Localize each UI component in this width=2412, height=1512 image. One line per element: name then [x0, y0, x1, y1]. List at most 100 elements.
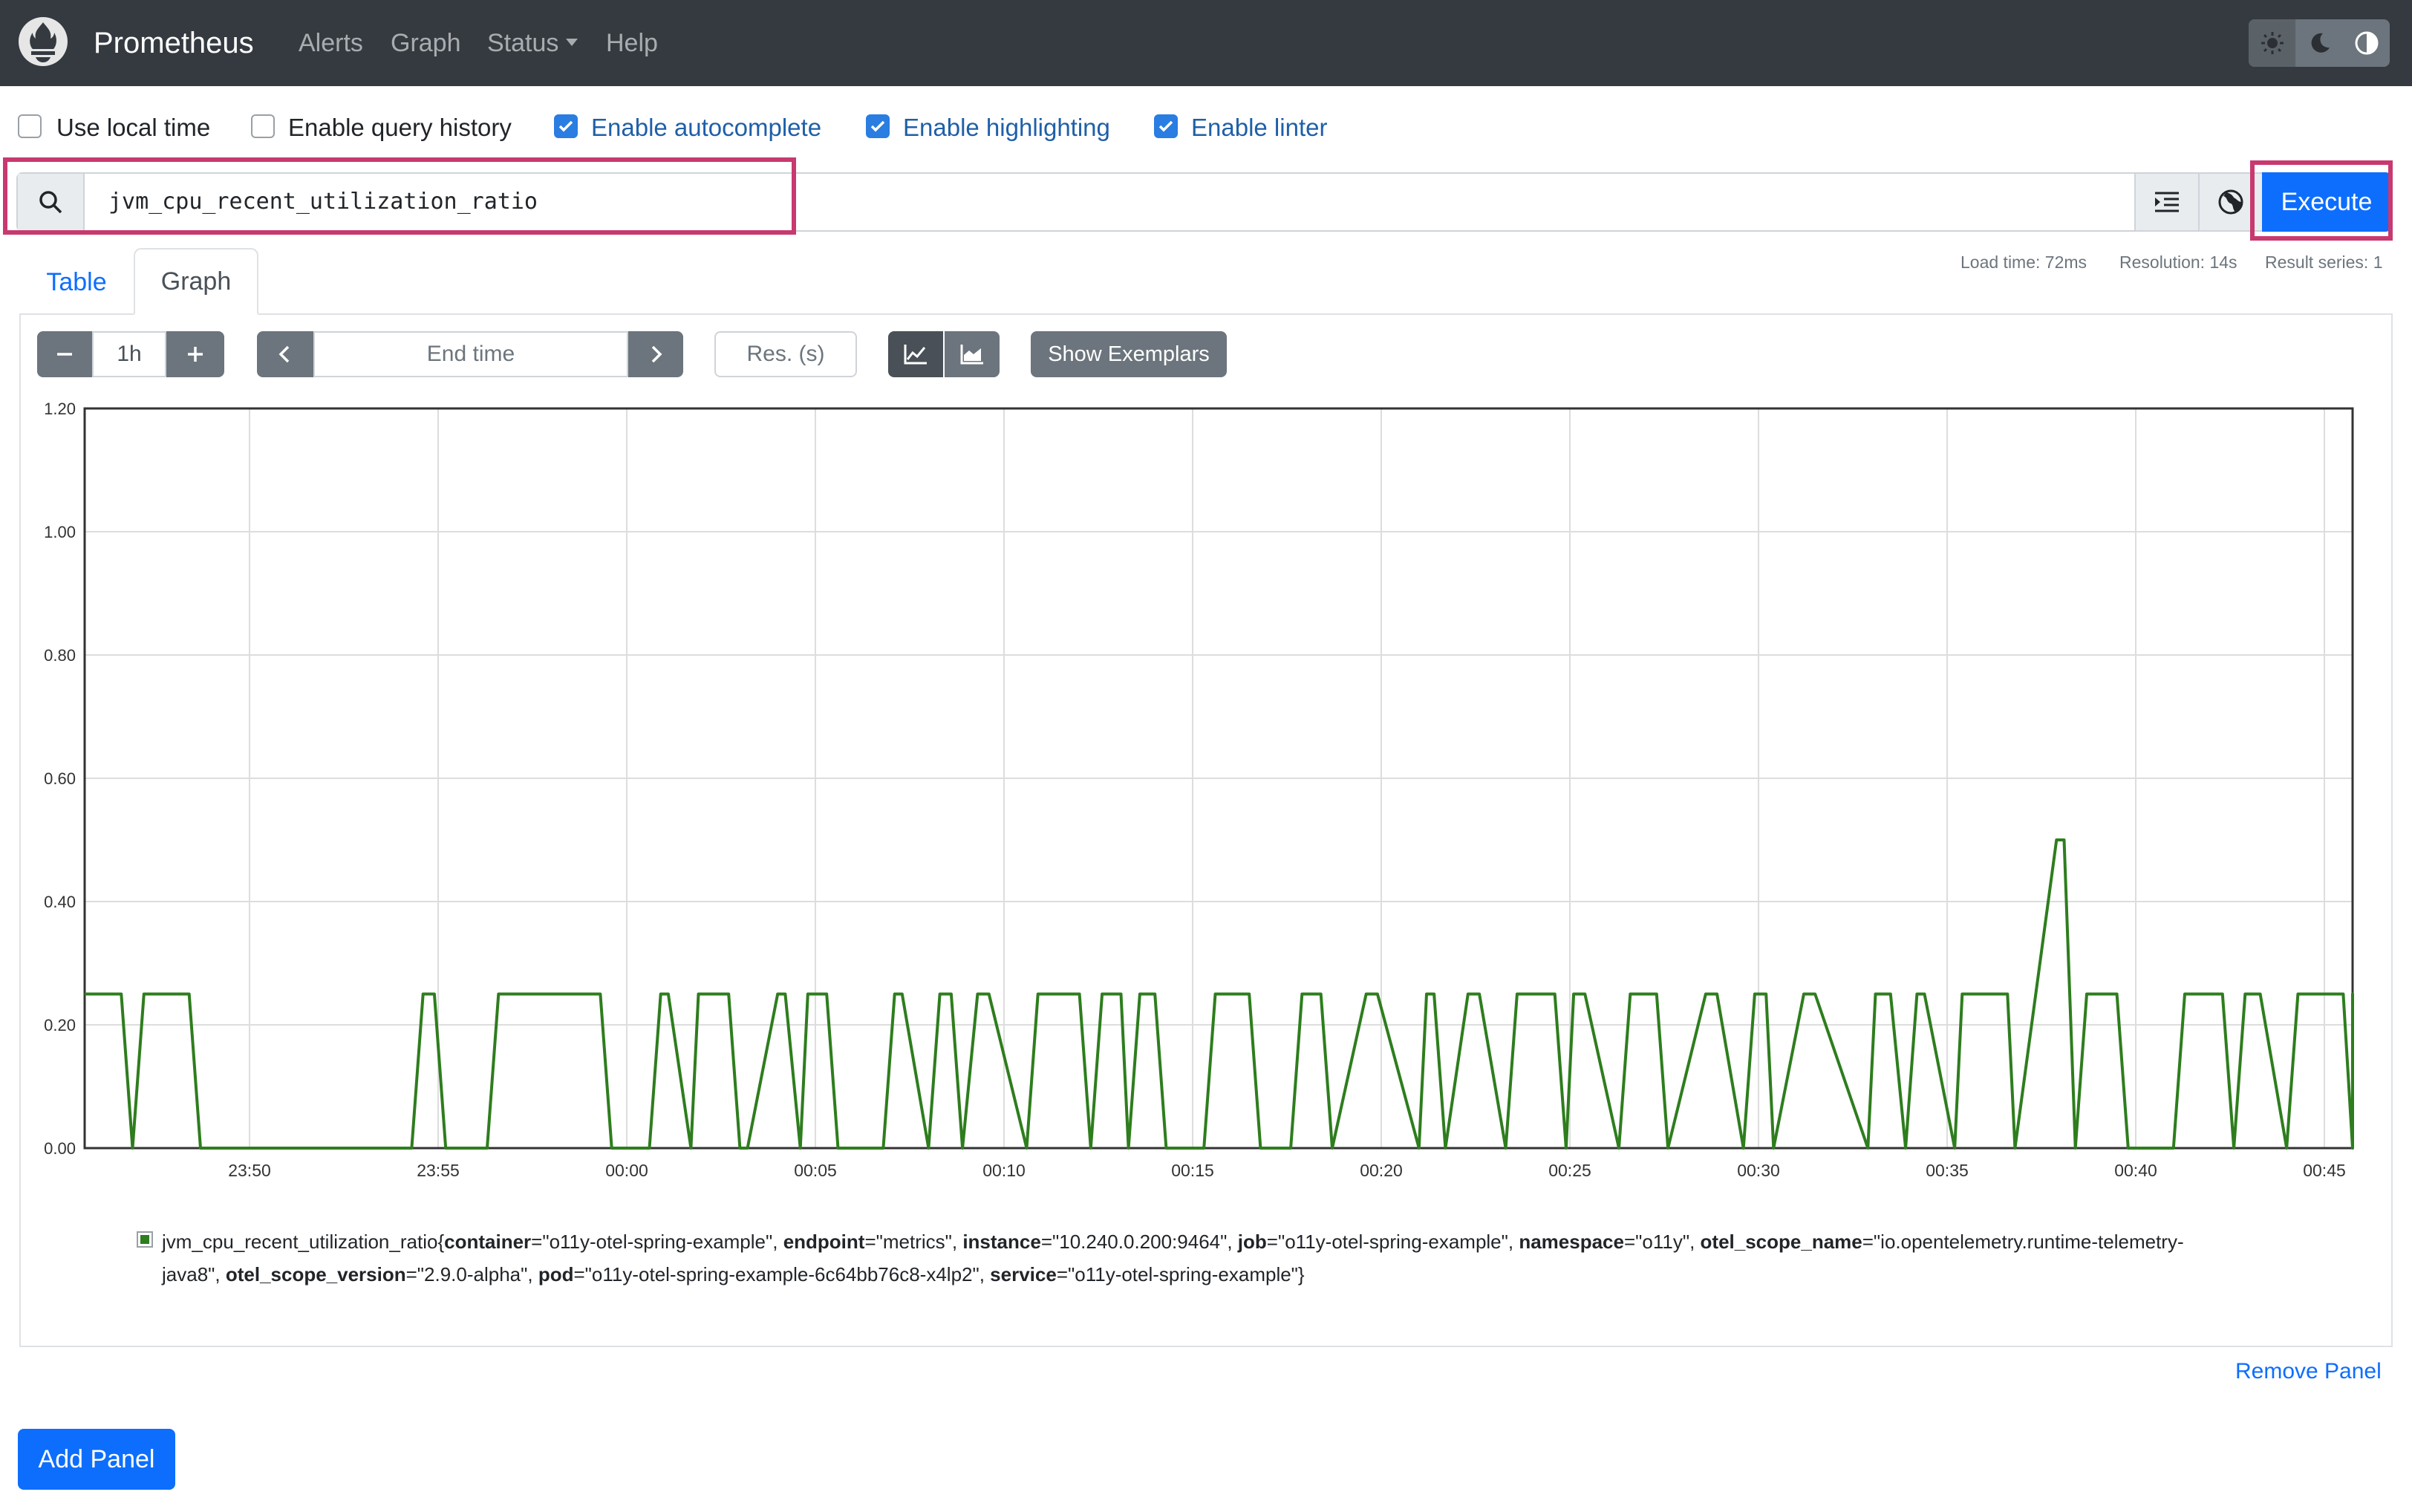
legend-label-endpoint: endpoint="metrics",	[783, 1231, 963, 1253]
x-tick-label: 00:40	[2114, 1161, 2157, 1180]
prometheus-logo-icon[interactable]	[18, 16, 68, 67]
x-tick-label: 00:10	[982, 1161, 1026, 1180]
checkmark-icon	[558, 120, 573, 132]
status-dropdown-caret-icon[interactable]	[566, 39, 578, 46]
legend-label-key: endpoint	[783, 1231, 865, 1253]
legend-label-value: ="o11y-otel-spring-example-6c64bb76c8-x4…	[573, 1263, 991, 1285]
enable-linter-checkbox[interactable]	[1154, 114, 1178, 138]
legend-series-label[interactable]: jvm_cpu_recent_utilization_ratio{contain…	[162, 1225, 2241, 1291]
range-input[interactable]: 1h	[92, 331, 166, 377]
x-tick-label: 00:00	[605, 1161, 648, 1180]
line-chart-icon	[904, 345, 927, 365]
y-tick-label: 0.80	[44, 646, 76, 665]
legend-label-value: ="o11y-otel-spring-example"	[1056, 1263, 1298, 1285]
y-tick-label: 1.00	[44, 523, 76, 541]
nav-alerts[interactable]: Alerts	[299, 25, 363, 61]
chevron-right-icon	[651, 345, 662, 363]
legend-label-value: ="2.9.0-alpha",	[405, 1263, 538, 1285]
legend-label-key: container	[444, 1231, 532, 1253]
execute-highlight-box	[2250, 160, 2393, 241]
legend-label-job: job="o11y-otel-spring-example",	[1238, 1231, 1519, 1253]
unstacked-line-chart-button[interactable]	[888, 331, 943, 377]
enable-autocomplete-checkbox[interactable]	[554, 114, 578, 138]
x-tick-label: 00:20	[1360, 1161, 1403, 1180]
previous-time-button[interactable]	[257, 331, 313, 377]
legend-label-namespace: namespace="o11y",	[1519, 1231, 1700, 1253]
legend-label-key: pod	[538, 1263, 574, 1285]
legend-label-value: ="o11y-otel-spring-example",	[1266, 1231, 1519, 1253]
show-exemplars-button[interactable]: Show Exemplars	[1031, 331, 1227, 377]
y-tick-label: 0.60	[44, 769, 76, 788]
use-local-time-label[interactable]: Use local time	[56, 111, 210, 144]
moon-icon[interactable]	[2296, 19, 2343, 67]
legend-label-key: instance	[962, 1231, 1041, 1253]
minus-icon	[57, 353, 72, 356]
legend-label-key: namespace	[1519, 1231, 1624, 1253]
enable-autocomplete-label[interactable]: Enable autocomplete	[591, 111, 821, 144]
result-series-stat: Result series: 1	[2265, 252, 2383, 272]
load-time-stat: Load time: 72ms	[1960, 252, 2087, 272]
increase-range-button[interactable]	[166, 331, 224, 377]
legend-label-pod: pod="o11y-otel-spring-example-6c64bb76c8…	[538, 1263, 990, 1285]
enable-query-history-checkbox[interactable]	[251, 114, 275, 138]
nav-graph[interactable]: Graph	[391, 25, 461, 61]
theme-toggle-group	[2249, 19, 2390, 67]
next-time-button[interactable]	[628, 331, 683, 377]
resolution-stat: Resolution: 14s	[2119, 252, 2237, 272]
x-tick-label: 00:15	[1171, 1161, 1214, 1180]
decrease-range-button[interactable]	[37, 331, 92, 377]
x-tick-label: 23:55	[417, 1161, 460, 1180]
resolution-input[interactable]: Res. (s)	[714, 331, 857, 377]
sun-icon[interactable]	[2249, 19, 2295, 67]
plus-icon	[188, 347, 203, 362]
tab-graph[interactable]: Graph	[134, 248, 258, 315]
legend-label-value: ="o11y",	[1623, 1231, 1701, 1253]
y-tick-label: 0.00	[44, 1139, 76, 1158]
checkmark-icon	[1158, 120, 1173, 132]
legend-label-service: service="o11y-otel-spring-example"	[990, 1263, 1298, 1285]
nav-status[interactable]: Status	[487, 25, 558, 61]
y-tick-label: 0.40	[44, 893, 76, 911]
x-tick-label: 23:50	[228, 1161, 271, 1180]
time-series-chart[interactable]: 0.00 0.20 0.40 0.60 0.80 1.00 1.20 23:50 23:55 0…	[0, 386, 2412, 1188]
legend-label-key: otel_scope_name	[1700, 1231, 1862, 1253]
checkmark-icon	[870, 120, 885, 132]
legend-label-container: container="o11y-otel-spring-example",	[444, 1231, 783, 1253]
y-axis-ticks: 0.00 0.20 0.40 0.60 0.80 1.00 1.20	[44, 400, 76, 1158]
legend-series-toggle[interactable]	[137, 1231, 153, 1248]
stacked-chart-button[interactable]	[945, 331, 1000, 377]
chart-grid	[85, 408, 2353, 1149]
add-panel-button[interactable]: Add Panel	[18, 1429, 175, 1490]
legend-label-value: ="o11y-otel-spring-example",	[531, 1231, 783, 1253]
x-tick-label: 00:05	[794, 1161, 837, 1180]
query-highlight-box	[3, 157, 796, 235]
area-chart-icon	[960, 345, 983, 365]
x-tick-label: 00:30	[1737, 1161, 1780, 1180]
legend-label-value: ="metrics",	[864, 1231, 963, 1253]
contrast-icon[interactable]	[2343, 19, 2390, 67]
x-tick-label: 00:35	[1926, 1161, 1969, 1180]
enable-linter-label[interactable]: Enable linter	[1191, 111, 1327, 144]
legend-label-list: container="o11y-otel-spring-example", en…	[162, 1231, 2184, 1285]
y-tick-label: 1.20	[44, 400, 76, 418]
end-time-input[interactable]: End time	[313, 331, 628, 377]
x-tick-label: 00:45	[2303, 1161, 2346, 1180]
legend-label-key: otel_scope_version	[225, 1263, 406, 1285]
remove-panel-link[interactable]: Remove Panel	[2235, 1356, 2382, 1387]
x-tick-label: 00:25	[1548, 1161, 1591, 1180]
series-line[interactable]	[85, 838, 2354, 1150]
y-tick-label: 0.20	[44, 1016, 76, 1034]
enable-highlighting-label[interactable]: Enable highlighting	[903, 111, 1110, 144]
use-local-time-checkbox[interactable]	[18, 114, 42, 138]
legend-metric-name: jvm_cpu_recent_utilization_ratio	[162, 1231, 438, 1253]
legend-label-instance: instance="10.240.0.200:9464",	[962, 1231, 1237, 1253]
legend-label-key: job	[1237, 1231, 1267, 1253]
chevron-left-icon	[278, 345, 290, 363]
tab-table[interactable]: Table	[21, 252, 132, 312]
nav-help[interactable]: Help	[606, 25, 658, 61]
enable-highlighting-checkbox[interactable]	[866, 114, 890, 138]
format-expression-icon[interactable]	[2134, 174, 2198, 230]
x-axis-ticks: 23:50 23:55 00:00 00:05 00:10 00:15 00:20 00:25…	[228, 1161, 2346, 1180]
enable-query-history-label[interactable]: Enable query history	[288, 111, 512, 144]
brand-title[interactable]: Prometheus	[94, 22, 254, 64]
